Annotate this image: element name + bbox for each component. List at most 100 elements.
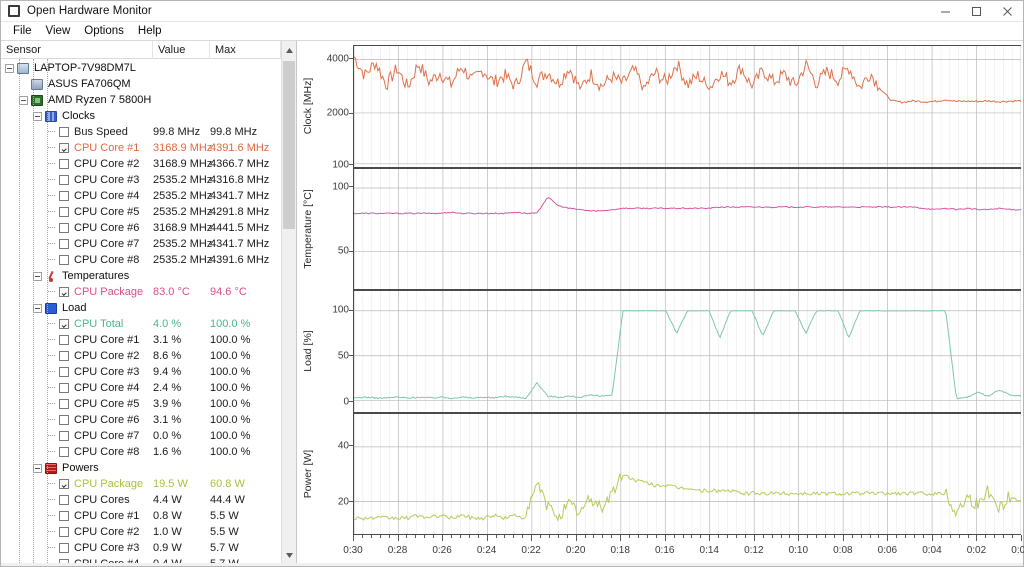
sensor-checkbox[interactable]	[59, 175, 69, 185]
sensor-checkbox[interactable]	[59, 239, 69, 249]
sensor-label: ASUS FA706QM	[48, 78, 131, 90]
tree-connector	[47, 508, 59, 524]
sensor-checkbox[interactable]	[59, 223, 69, 233]
sensor-row[interactable]: CPU Core #2 3168.9 MHz 4366.7 MHz	[1, 156, 296, 172]
sensor-name-cell: CPU Core #2	[1, 156, 153, 172]
sensor-value: 2535.2 MHz	[153, 238, 213, 250]
sensor-checkbox[interactable]	[59, 335, 69, 345]
sensor-row[interactable]: CPU Core #2 8.6 % 100.0 %	[1, 348, 296, 364]
sensor-checkbox[interactable]	[59, 127, 69, 137]
sensor-row[interactable]: CPU Cores 4.4 W 44.4 W	[1, 492, 296, 508]
collapse-icon[interactable]	[33, 463, 42, 473]
tree-group-row[interactable]: AMD Ryzen 7 5800H	[1, 92, 296, 108]
sensor-name-cell: Clocks	[1, 110, 153, 122]
sensor-checkbox[interactable]	[59, 319, 69, 329]
sensor-row[interactable]: CPU Core #7 2535.2 MHz 4341.7 MHz	[1, 236, 296, 252]
x-tick-mark	[531, 535, 533, 541]
collapse-icon[interactable]	[19, 95, 28, 105]
sensor-tree[interactable]: LAPTOP-7V98DM7L ASUS FA706QM AMD Ryzen 7 5…	[1, 59, 296, 563]
sensor-row[interactable]: CPU Core #5 3.9 % 100.0 %	[1, 396, 296, 412]
collapse-icon[interactable]	[33, 271, 42, 281]
tree-group-row[interactable]: Load	[1, 300, 296, 316]
sensor-row[interactable]: CPU Core #3 0.9 W 5.7 W	[1, 540, 296, 556]
sensor-row[interactable]: CPU Core #4 0.4 W5.7 W	[1, 556, 296, 563]
scroll-down-button[interactable]	[282, 548, 296, 563]
menu-view[interactable]: View	[39, 24, 78, 38]
sensor-checkbox[interactable]	[59, 559, 69, 563]
sensor-label: CPU Core #4	[74, 382, 140, 394]
sensor-row[interactable]: CPU Total 4.0 % 100.0 %	[1, 316, 296, 332]
column-header-max[interactable]: Max	[210, 40, 281, 59]
sensor-checkbox[interactable]	[59, 527, 69, 537]
sensor-row[interactable]: CPU Package 83.0 °C 94.6 °C	[1, 284, 296, 300]
sensor-checkbox[interactable]	[59, 367, 69, 377]
x-tick-label: 0:14	[699, 545, 719, 556]
sensor-row[interactable]: CPU Core #6 3168.9 MHz 4441.5 MHz	[1, 220, 296, 236]
collapse-icon[interactable]	[33, 303, 42, 313]
sensor-checkbox[interactable]	[59, 191, 69, 201]
sensor-checkbox[interactable]	[59, 431, 69, 441]
sensor-label: CPU Core #4	[74, 558, 139, 563]
x-tick-minor	[807, 535, 809, 538]
tree-group-row[interactable]: LAPTOP-7V98DM7L	[1, 60, 296, 76]
sensor-value: 1.0 W	[153, 526, 182, 538]
sensor-checkbox[interactable]	[59, 479, 69, 489]
sensor-checkbox[interactable]	[59, 415, 69, 425]
collapse-icon[interactable]	[33, 111, 42, 121]
x-tick-minor	[584, 535, 586, 538]
sensor-row[interactable]: CPU Core #3 2535.2 MHz 4316.8 MHz	[1, 172, 296, 188]
scroll-up-button[interactable]	[281, 41, 296, 59]
tree-scrollbar[interactable]	[281, 59, 296, 563]
sensor-label: Powers	[62, 462, 99, 474]
sensor-checkbox[interactable]	[59, 495, 69, 505]
sensor-checkbox[interactable]	[59, 447, 69, 457]
sensor-row[interactable]: CPU Core #6 3.1 % 100.0 %	[1, 412, 296, 428]
sensor-checkbox[interactable]	[59, 383, 69, 393]
column-header-value[interactable]: Value	[153, 40, 210, 59]
sensor-name-cell: CPU Cores	[1, 492, 153, 508]
sensor-row[interactable]: CPU Core #1 3.1 % 100.0 %	[1, 332, 296, 348]
sensor-checkbox[interactable]	[59, 207, 69, 217]
sensor-row[interactable]: CPU Core #1 3168.9 MHz 4391.6 MHz	[1, 140, 296, 156]
sensor-row[interactable]: Bus Speed 99.8 MHz 99.8 MHz	[1, 124, 296, 140]
menu-help[interactable]: Help	[131, 24, 169, 38]
x-tick-minor	[967, 535, 969, 538]
tree-group-row[interactable]: Temperatures	[1, 268, 296, 284]
window-controls	[930, 1, 1023, 22]
sensor-row[interactable]: CPU Core #4 2535.2 MHz 4341.7 MHz	[1, 188, 296, 204]
sensor-checkbox[interactable]	[59, 399, 69, 409]
tree-group-row[interactable]: Powers	[1, 460, 296, 476]
sensor-row[interactable]: CPU Core #8 2535.2 MHz 4391.6 MHz	[1, 252, 296, 268]
sensor-row[interactable]: CPU Core #8 1.6 % 100.0 %	[1, 444, 296, 460]
column-header-sensor[interactable]: Sensor	[1, 40, 153, 59]
sensor-row[interactable]: CPU Core #2 1.0 W 5.5 W	[1, 524, 296, 540]
sensor-checkbox[interactable]	[59, 143, 69, 153]
sensor-value: 9.4 %	[153, 366, 182, 378]
collapse-icon[interactable]	[5, 63, 14, 73]
sensor-checkbox[interactable]	[59, 543, 69, 553]
sensor-row[interactable]: CPU Core #3 9.4 % 100.0 %	[1, 364, 296, 380]
sensor-row[interactable]: CPU Core #7 0.0 % 100.0 %	[1, 428, 296, 444]
maximize-button[interactable]	[961, 1, 992, 22]
sensor-checkbox[interactable]	[59, 255, 69, 265]
sensor-checkbox[interactable]	[59, 351, 69, 361]
sensor-checkbox[interactable]	[59, 511, 69, 521]
tree-connector	[47, 124, 59, 140]
sensor-row[interactable]: CPU Core #1 0.8 W 5.5 W	[1, 508, 296, 524]
tree-group-row[interactable]: ASUS FA706QM	[1, 76, 296, 92]
sensor-row[interactable]: CPU Core #5 2535.2 MHz 4291.8 MHz	[1, 204, 296, 220]
sensor-checkbox[interactable]	[59, 287, 69, 297]
x-tick-mark	[353, 535, 354, 541]
close-button[interactable]	[992, 1, 1023, 22]
sensor-row[interactable]: CPU Core #4 2.4 % 100.0 %	[1, 380, 296, 396]
sensor-row[interactable]: CPU Package 19.5 W 60.8 W	[1, 476, 296, 492]
x-tick-minor	[450, 535, 452, 538]
menu-options[interactable]: Options	[77, 24, 131, 38]
sensor-checkbox[interactable]	[59, 159, 69, 169]
menu-file[interactable]: File	[6, 24, 39, 38]
minimize-button[interactable]	[930, 1, 961, 22]
x-tick-minor	[424, 535, 426, 538]
scrollbar-thumb[interactable]	[283, 61, 295, 229]
tree-group-row[interactable]: Clocks	[1, 108, 296, 124]
sensor-name-cell: CPU Core #2	[1, 524, 153, 540]
